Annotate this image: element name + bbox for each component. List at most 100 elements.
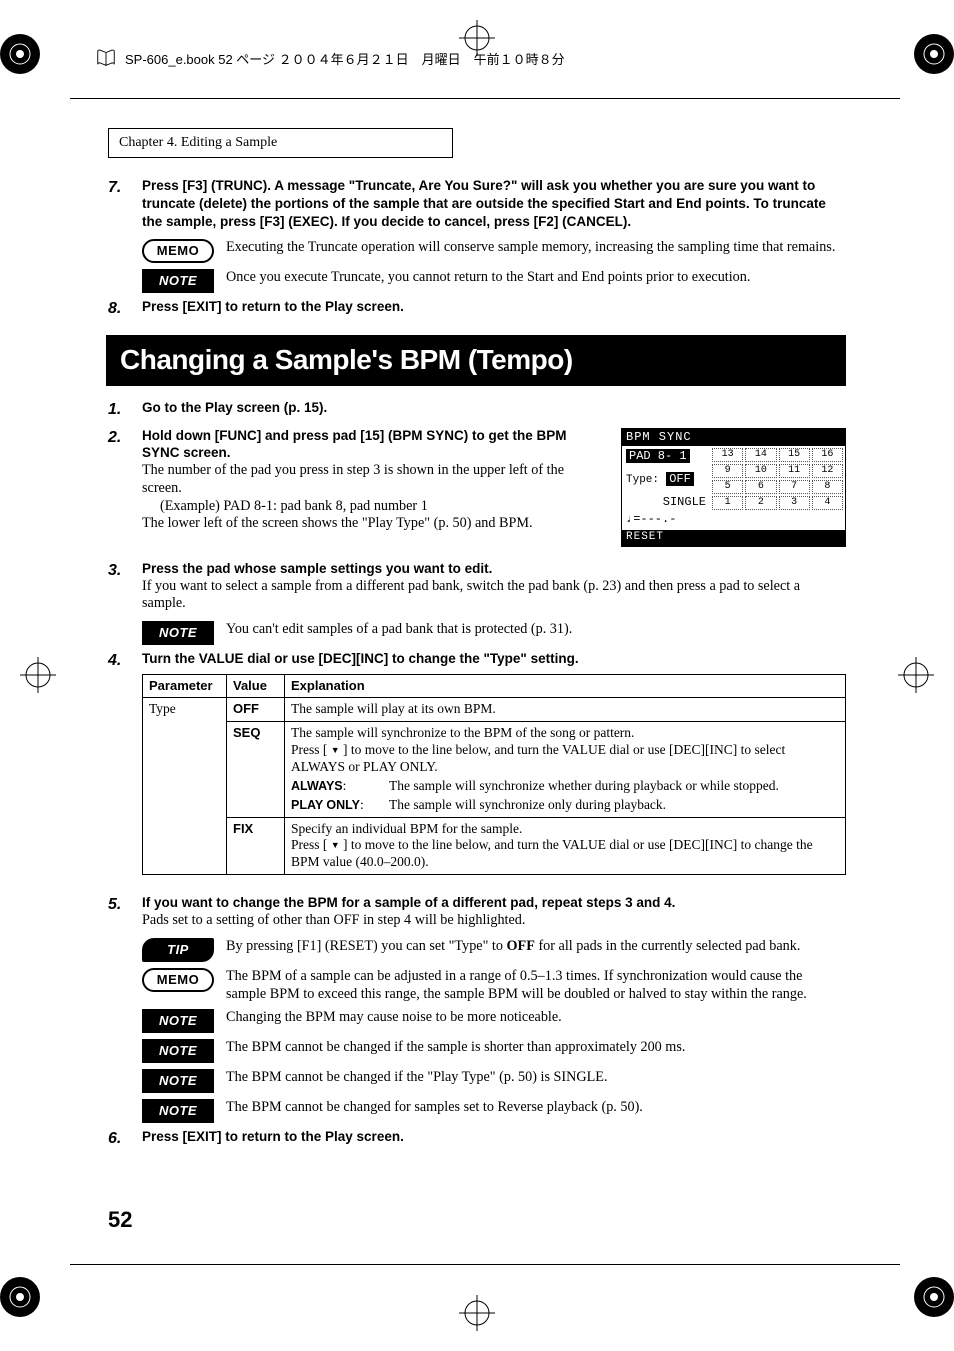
td-expl-off: The sample will play at its own BPM. (285, 698, 846, 722)
step-2-line1: The number of the pad you press in step … (142, 462, 607, 498)
lcd-type-value: OFF (666, 472, 694, 486)
step-6: 6. Press [EXIT] to return to the Play sc… (108, 1129, 846, 1149)
note-badge: NOTE (142, 1069, 214, 1093)
note-callout-1: NOTE Once you execute Truncate, you cann… (142, 269, 846, 293)
lcd-pad-cell: 2 (745, 496, 776, 510)
type-parameter-table: Parameter Value Explanation Type OFF The… (142, 674, 846, 875)
seq-line2: Press [ ] to move to the line below, and… (291, 742, 839, 776)
page-header-meta: SP-606_e.book 52 ページ ２００４年６月２１日 月曜日 午前１０… (95, 47, 565, 69)
lcd-single: SINGLE (663, 495, 706, 509)
registration-mark-bottom (459, 1295, 495, 1331)
lcd-pad-cell: 11 (779, 464, 810, 478)
fix-line1: Specify an individual BPM for the sample… (291, 821, 839, 838)
td-value-fix: FIX (233, 821, 253, 836)
step-1-text: Go to the Play screen (p. 15). (142, 400, 327, 415)
seq-line1: The sample will synchronize to the BPM o… (291, 725, 839, 742)
seq-always-row: ALWAYS: The sample will synchronize whet… (291, 778, 839, 795)
note-badge: NOTE (142, 1009, 214, 1033)
td-expl-fix: Specify an individual BPM for the sample… (285, 817, 846, 875)
note-callout-2: NOTE You can't edit samples of a pad ban… (142, 621, 846, 645)
step-7-text: Press [F3] (TRUNC). A message "Truncate,… (142, 178, 826, 229)
lcd-pad-cell: 16 (812, 448, 843, 462)
note-callout-4: NOTE The BPM cannot be changed if the sa… (142, 1039, 846, 1063)
memo-badge: MEMO (142, 239, 214, 263)
header-rule-bottom (70, 1264, 900, 1265)
down-arrow-icon (331, 742, 340, 757)
step-number: 3. (108, 561, 142, 613)
step-number: 1. (108, 400, 142, 420)
step-5-line1: Pads set to a setting of other than OFF … (142, 912, 846, 930)
print-ornament-tr (910, 30, 954, 78)
chapter-heading: Chapter 4. Editing a Sample (108, 128, 453, 158)
td-param: Type (143, 698, 227, 722)
note-callout-3: NOTE Changing the BPM may cause noise to… (142, 1009, 846, 1033)
step-number: 4. (108, 651, 142, 887)
lcd-header: BPM SYNC (622, 429, 845, 446)
td-value-seq: SEQ (233, 725, 260, 740)
lcd-pad-cell: 3 (779, 496, 810, 510)
step-3-bold: Press the pad whose sample settings you … (142, 561, 846, 578)
note-text: The BPM cannot be changed if the "Play T… (226, 1069, 846, 1087)
registration-mark-right (898, 657, 934, 693)
td-expl-seq: The sample will synchronize to the BPM o… (285, 722, 846, 817)
memo-callout-1: MEMO Executing the Truncate operation wi… (142, 239, 846, 263)
section-heading: Changing a Sample's BPM (Tempo) (106, 335, 846, 386)
lcd-pad-cell: 13 (712, 448, 743, 462)
lcd-pad-line: PAD 8- 1 (626, 449, 690, 463)
book-icon (95, 47, 117, 69)
note-text: Changing the BPM may cause noise to be m… (226, 1009, 846, 1027)
step-4: 4. Turn the VALUE dial or use [DEC][INC]… (108, 651, 846, 887)
step-5-bold: If you want to change the BPM for a samp… (142, 895, 846, 912)
lcd-pad-cell: 5 (712, 480, 743, 494)
page-content: 7. Press [F3] (TRUNC). A message "Trunca… (108, 178, 846, 1157)
lcd-pad-cell: 12 (812, 464, 843, 478)
lcd-pad-cell: 4 (812, 496, 843, 510)
registration-mark-left (20, 657, 56, 693)
step-2-line3: The lower left of the screen shows the "… (142, 515, 607, 533)
step-4-bold: Turn the VALUE dial or use [DEC][INC] to… (142, 651, 846, 668)
note-text: You can't edit samples of a pad bank tha… (226, 621, 846, 639)
step-7: 7. Press [F3] (TRUNC). A message "Trunca… (108, 178, 846, 231)
fix-line2: Press [ ] to move to the line below, and… (291, 837, 839, 871)
print-ornament-br (910, 1273, 954, 1321)
td-param-empty (143, 722, 227, 817)
note-badge: NOTE (142, 269, 214, 293)
note-text: The BPM cannot be changed if the sample … (226, 1039, 846, 1057)
lcd-pad-cell: 8 (812, 480, 843, 494)
tip-text: By pressing [F1] (RESET) you can set "Ty… (226, 938, 846, 956)
step-2: 2. Hold down [FUNC] and press pad [15] (… (108, 428, 607, 533)
lcd-screenshot: BPM SYNC PAD 8- 1 Type: OFF SINGLE ♩=---… (621, 428, 846, 547)
th-value: Value (227, 675, 285, 698)
step-8-text: Press [EXIT] to return to the Play scree… (142, 299, 404, 314)
chapter-heading-text: Chapter 4. Editing a Sample (119, 135, 277, 150)
td-value-off: OFF (233, 701, 259, 716)
td-param-empty (143, 817, 227, 875)
lcd-pad-cell: 15 (779, 448, 810, 462)
tip-callout-1: TIP By pressing [F1] (RESET) you can set… (142, 938, 846, 962)
book-info-text: SP-606_e.book 52 ページ ２００４年６月２１日 月曜日 午前１０… (125, 49, 565, 68)
note-callout-6: NOTE The BPM cannot be changed for sampl… (142, 1099, 846, 1123)
page-number: 52 (108, 1207, 132, 1233)
lcd-bpm-line: ♩=---.- (626, 511, 706, 528)
step-6-text: Press [EXIT] to return to the Play scree… (142, 1129, 404, 1144)
lcd-pad-cell: 6 (745, 480, 776, 494)
lcd-pad-grid: 13 14 15 16 9 10 11 12 5 6 7 8 1 2 (712, 448, 843, 510)
lcd-left-panel: PAD 8- 1 Type: OFF SINGLE ♩=---.- (622, 446, 710, 530)
lcd-pad-cell: 7 (779, 480, 810, 494)
lcd-footer: RESET (622, 530, 845, 546)
lcd-pad-cell: 10 (745, 464, 776, 478)
step-3-line1: If you want to select a sample from a di… (142, 578, 846, 614)
step-number: 5. (108, 895, 142, 930)
step-1: 1. Go to the Play screen (p. 15). (108, 400, 846, 420)
memo-callout-2: MEMO The BPM of a sample can be adjusted… (142, 968, 846, 1004)
lcd-type-label: Type: (626, 474, 659, 486)
lcd-pad-cell: 9 (712, 464, 743, 478)
lcd-pad-cell: 1 (712, 496, 743, 510)
note-badge: NOTE (142, 1099, 214, 1123)
step-number: 2. (108, 428, 142, 533)
memo-badge: MEMO (142, 968, 214, 992)
step-number: 7. (108, 178, 142, 231)
step-8: 8. Press [EXIT] to return to the Play sc… (108, 299, 846, 319)
seq-playonly-row: PLAY ONLY: The sample will synchronize o… (291, 797, 839, 814)
memo-text: The BPM of a sample can be adjusted in a… (226, 968, 846, 1004)
